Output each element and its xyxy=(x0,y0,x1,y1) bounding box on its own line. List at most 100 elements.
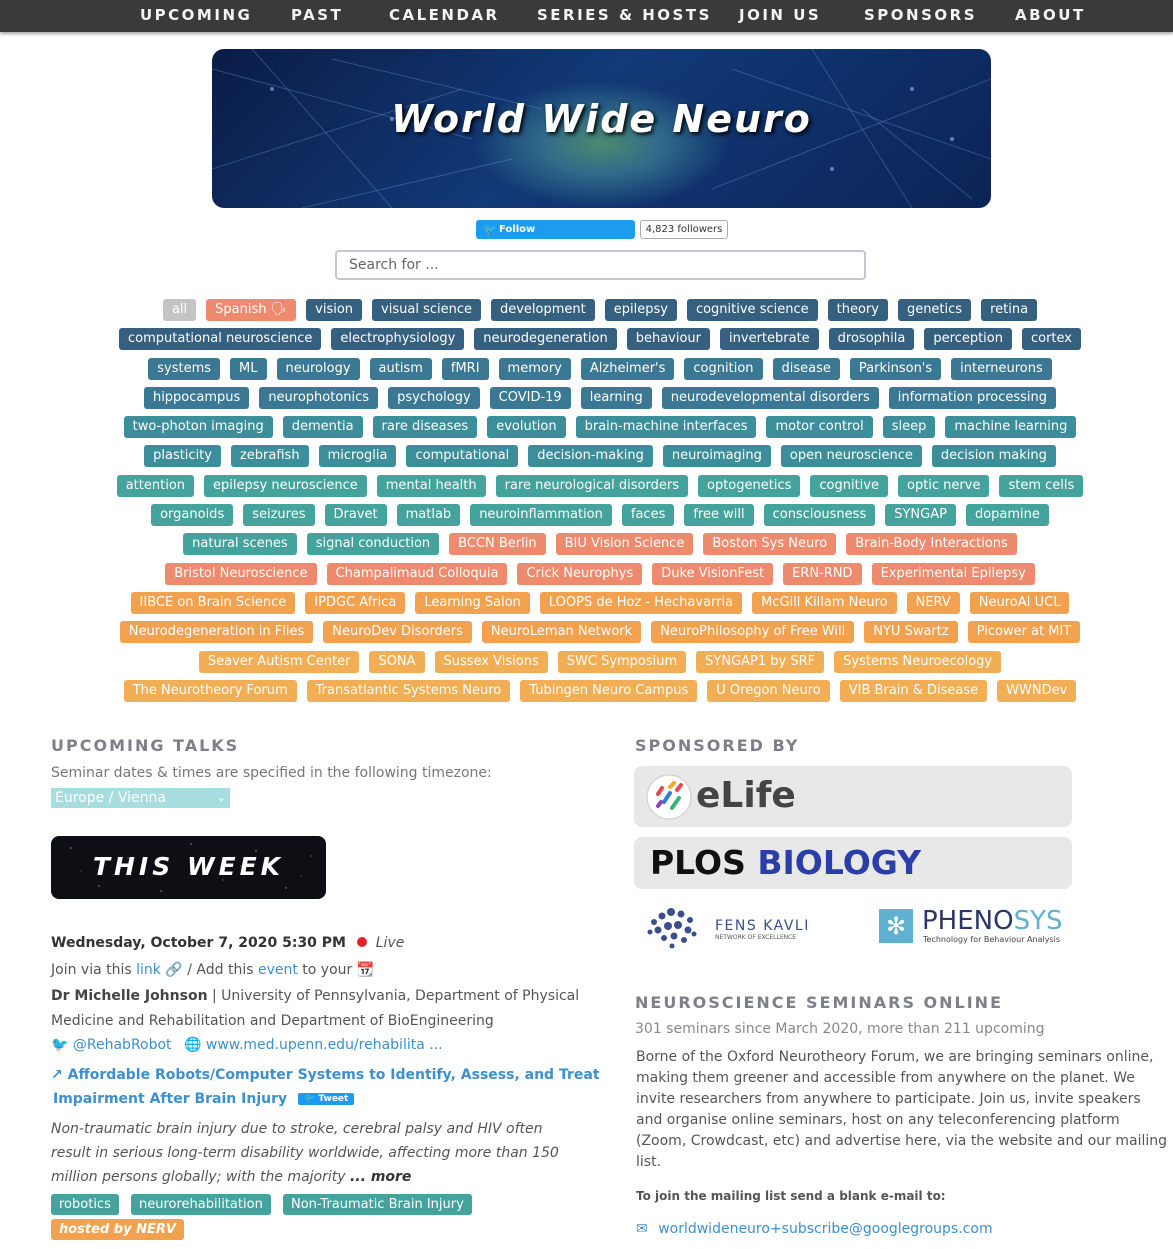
sponsor-elife[interactable]: eLife xyxy=(634,766,1072,827)
topic-tag[interactable]: Neurodegeneration in Flies xyxy=(119,621,314,644)
topic-tag[interactable]: evolution xyxy=(487,416,566,439)
topic-tag[interactable]: Alzheimer's xyxy=(580,357,675,380)
topic-tag[interactable]: The Neurotheory Forum xyxy=(123,679,297,702)
topic-tag[interactable]: faces xyxy=(621,504,675,527)
search-input[interactable] xyxy=(335,250,866,280)
topic-tag[interactable]: neuroinflammation xyxy=(470,504,612,527)
nav-series-hosts[interactable]: SERIES & HOSTS xyxy=(537,6,712,24)
topic-tag[interactable]: microglia xyxy=(318,445,397,468)
topic-tag[interactable]: Parkinson's xyxy=(849,357,942,380)
topic-tag[interactable]: NeuroPhilosophy of Free Will xyxy=(651,621,855,644)
topic-tag[interactable]: LOOPS de Hoz - Hechavarria xyxy=(539,591,743,614)
topic-tag[interactable]: optogenetics xyxy=(698,474,801,497)
topic-tag[interactable]: learning xyxy=(580,386,652,409)
topic-tag[interactable]: cortex xyxy=(1021,328,1081,351)
topic-tag[interactable]: systems xyxy=(148,357,221,380)
topic-tag[interactable]: Systems Neuroecology xyxy=(834,650,1002,673)
topic-tag[interactable]: McGill Killam Neuro xyxy=(752,591,897,614)
topic-tag[interactable]: neurology xyxy=(276,357,360,380)
topic-tag[interactable]: perception xyxy=(924,328,1012,351)
topic-tag[interactable]: open neuroscience xyxy=(780,445,922,468)
topic-tag[interactable]: dementia xyxy=(282,416,363,439)
topic-tag[interactable]: plasticity xyxy=(144,445,221,468)
topic-tag[interactable]: ERN-RND xyxy=(783,562,862,585)
tweet-button[interactable]: 🐦 Tweet xyxy=(298,1093,355,1105)
topic-tag[interactable]: NeuroLeman Network xyxy=(481,621,642,644)
nav-past[interactable]: PAST xyxy=(291,6,343,24)
topic-tag[interactable]: memory xyxy=(498,357,571,380)
hosted-by-badge[interactable]: hosted by NERV xyxy=(51,1219,184,1240)
topic-tag[interactable]: Duke VisionFest xyxy=(652,562,774,585)
topic-tag[interactable]: rare neurological disorders xyxy=(495,474,688,497)
topic-tag[interactable]: ML xyxy=(230,357,267,380)
topic-tag[interactable]: Brain-Body Interactions xyxy=(846,533,1017,556)
topic-tag[interactable]: genetics xyxy=(897,299,972,321)
topic-tag[interactable]: disease xyxy=(772,357,840,380)
topic-tag[interactable]: zebrafish xyxy=(230,445,309,468)
speaker-website-link[interactable]: www.med.upenn.edu/rehabilita ... xyxy=(206,1037,443,1053)
topic-tag[interactable]: Crick Neurophys xyxy=(517,562,643,585)
topic-tag[interactable]: neurodevelopmental disorders xyxy=(661,386,879,409)
topic-tag[interactable]: attention xyxy=(116,474,195,497)
add-event-link[interactable]: event xyxy=(258,962,298,978)
topic-tag[interactable]: IIBCE on Brain Science xyxy=(130,591,296,614)
topic-tag[interactable]: NeuroAI UCL xyxy=(969,591,1070,614)
nav-about[interactable]: ABOUT xyxy=(1015,6,1086,24)
topic-tag[interactable]: natural scenes xyxy=(183,533,297,556)
topic-tag[interactable]: electrophysiology xyxy=(331,328,465,351)
topic-tag[interactable]: mental health xyxy=(376,474,486,497)
topic-tag[interactable]: decision making xyxy=(931,445,1056,468)
topic-tag[interactable]: cognitive xyxy=(810,474,888,497)
topic-tag[interactable]: neuroimaging xyxy=(662,445,771,468)
nav-calendar[interactable]: CALENDAR xyxy=(389,6,500,24)
topic-tag[interactable]: NeuroDev Disorders xyxy=(323,621,472,644)
topic-tag[interactable]: autism xyxy=(369,357,432,380)
topic-tag[interactable]: SWC Symposium xyxy=(557,650,687,673)
topic-tag[interactable]: U Oregon Neuro xyxy=(707,679,830,702)
topic-tag[interactable]: development xyxy=(490,299,595,321)
topic-tag[interactable]: VIB Brain & Disease xyxy=(839,679,988,702)
topic-tag[interactable]: psychology xyxy=(388,386,480,409)
topic-tag[interactable]: seizures xyxy=(243,504,315,527)
topic-tag[interactable]: Sussex Visions xyxy=(434,650,548,673)
topic-tag[interactable]: stem cells xyxy=(999,474,1084,497)
topic-tag[interactable]: machine learning xyxy=(945,416,1077,439)
talk-title-1[interactable]: Affordable Robots/Computer Systems to Id… xyxy=(68,1067,600,1083)
topic-tag[interactable]: Experimental Epilepsy xyxy=(871,562,1035,585)
topic-tag[interactable]: decision-making xyxy=(528,445,653,468)
topic-tag[interactable]: computational neuroscience xyxy=(119,328,322,351)
topic-tag[interactable]: free will xyxy=(684,504,754,527)
nav-sponsors[interactable]: SPONSORS xyxy=(864,6,977,24)
topic-tag[interactable]: IPDGC Africa xyxy=(305,591,406,614)
topic-tag[interactable]: WWNDev xyxy=(997,679,1077,702)
topic-tag[interactable]: SYNGAP1 by SRF xyxy=(696,650,825,673)
topic-tag[interactable]: Dravet xyxy=(324,504,387,527)
more-link[interactable]: ... more xyxy=(350,1169,411,1185)
topic-tag[interactable]: cognitive science xyxy=(686,299,818,321)
topic-tag[interactable]: interneurons xyxy=(951,357,1052,380)
topic-tag[interactable]: Tubingen Neuro Campus xyxy=(520,679,698,702)
topic-tag[interactable]: neurophotonics xyxy=(259,386,379,409)
site-banner[interactable]: World Wide Neuro xyxy=(212,49,991,208)
topic-tag[interactable]: Boston Sys Neuro xyxy=(703,533,837,556)
topic-tag[interactable]: optic nerve xyxy=(897,474,990,497)
topic-tag[interactable]: matlab xyxy=(396,504,461,527)
topic-tag[interactable]: behaviour xyxy=(626,328,711,351)
topic-tag[interactable]: neurodegeneration xyxy=(474,328,617,351)
topic-tag[interactable]: consciousness xyxy=(763,504,876,527)
topic-tag[interactable]: NERV xyxy=(906,591,960,614)
topic-tag[interactable]: computational xyxy=(406,445,519,468)
topic-tag[interactable]: NYU Swartz xyxy=(864,621,958,644)
topic-tag[interactable]: theory xyxy=(827,299,888,321)
join-link[interactable]: link xyxy=(136,962,161,978)
topic-tag[interactable]: Seaver Autism Center xyxy=(198,650,360,673)
speaker-twitter-link[interactable]: @RehabRobot xyxy=(73,1037,172,1053)
talk-tag-neurorehabilitation[interactable]: neurorehabilitation xyxy=(131,1194,271,1215)
topic-tag[interactable]: Bristol Neuroscience xyxy=(165,562,317,585)
topic-tag[interactable]: organoids xyxy=(151,504,234,527)
calendar-icon[interactable]: 📆 xyxy=(357,962,374,978)
topic-tag[interactable]: Transatlantic Systems Neuro xyxy=(306,679,511,702)
topic-tag[interactable]: Picower at MIT xyxy=(967,621,1081,644)
sponsor-phenosys[interactable]: ✻ PHENOSYS Technology for Behaviour Anal… xyxy=(879,906,1069,950)
topic-tag[interactable]: Champalimaud Colloquia xyxy=(326,562,508,585)
